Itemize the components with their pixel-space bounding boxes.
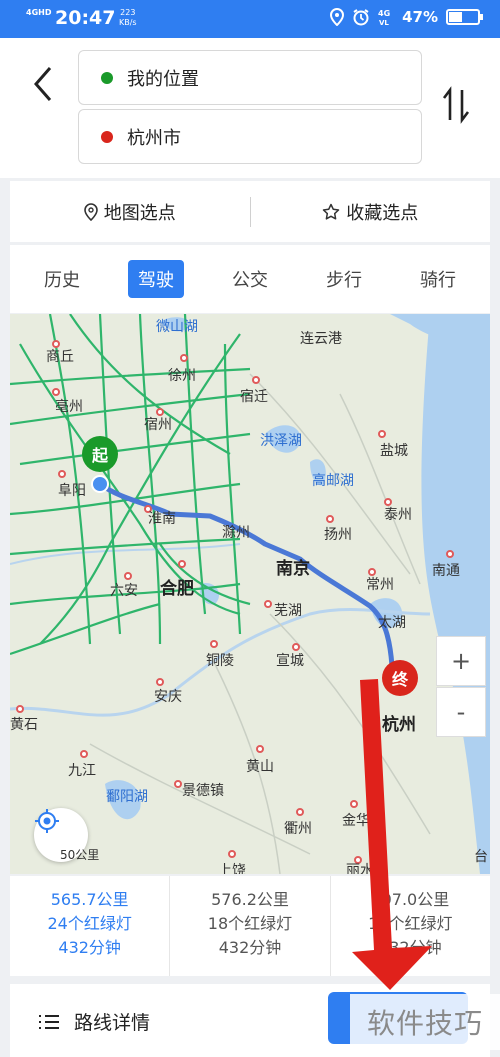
label-huangshi: 黄石: [10, 717, 38, 733]
pick-options: 地图选点 收藏选点: [10, 181, 490, 242]
label-chuzhou: 滁州: [222, 525, 250, 541]
zoom-in-button[interactable]: +: [436, 636, 486, 686]
label-bozhou: 亳州: [55, 399, 83, 415]
favorite-pick-button[interactable]: 收藏选点: [251, 199, 491, 225]
label-luan: 六安: [110, 583, 138, 599]
route-distance: 607.0公里: [371, 890, 450, 909]
label-lianyungang: 连云港: [300, 331, 342, 347]
signal-4g-icon: 4GVL: [378, 9, 390, 26]
favorite-pick-label: 收藏选点: [346, 202, 419, 224]
network-indicator: 4GHD: [26, 8, 52, 17]
origin-field[interactable]: 我的位置: [78, 50, 422, 105]
svg-text:VL: VL: [379, 19, 389, 26]
zoom-out-button[interactable]: -: [436, 687, 486, 737]
label-tongling: 铜陵: [206, 653, 234, 669]
label-gaoyou-lake: 高邮湖: [312, 473, 354, 489]
label-yangzhou: 扬州: [324, 527, 352, 543]
route-distance: 576.2公里: [211, 890, 289, 909]
label-quzhou: 衢州: [284, 821, 312, 837]
label-taihu: 太湖: [378, 615, 406, 631]
map-scale: 50公里: [60, 848, 100, 862]
route-option-2[interactable]: 576.2公里 18个红绿灯 432分钟: [170, 876, 331, 976]
tab-transit[interactable]: 公交: [222, 260, 278, 298]
label-suqian: 宿迁: [240, 389, 268, 405]
swap-icon[interactable]: [438, 80, 474, 130]
star-icon: [323, 203, 340, 220]
travel-mode-tabs: 历史 驾驶 公交 步行 骑行: [10, 245, 490, 313]
label-hefei: 合肥: [160, 579, 194, 599]
label-hangzhou: 杭州: [382, 715, 416, 735]
battery-fill: [449, 12, 463, 22]
label-xuancheng: 宣城: [276, 653, 304, 669]
route-time: 432分钟: [58, 938, 121, 957]
map-pick-button[interactable]: 地图选点: [10, 199, 250, 225]
label-nantong: 南通: [432, 563, 460, 579]
label-shangqiu: 商丘: [46, 349, 74, 365]
route-options: 565.7公里 24个红绿灯 432分钟 576.2公里 18个红绿灯 432分…: [10, 876, 490, 976]
label-poyang-lake: 鄱阳湖: [106, 789, 148, 805]
alarm-icon: [353, 9, 369, 26]
tab-driving[interactable]: 驾驶: [128, 260, 184, 298]
back-icon[interactable]: [28, 60, 62, 108]
label-nanjing: 南京: [276, 559, 310, 579]
label-taizhou-zj: 台: [474, 849, 488, 865]
label-anqing: 安庆: [154, 689, 182, 705]
route-time: 432分钟: [379, 938, 442, 957]
label-hongze-lake: 洪泽湖: [260, 433, 302, 449]
label-lishui: 丽水: [346, 863, 374, 874]
route-map[interactable]: 微山湖 连云港 商丘 徐州 宿迁 亳州 宿州 洪泽湖 盐城 高邮湖 阜阳 淮南 …: [10, 314, 490, 874]
watermark: 软件技巧: [350, 994, 500, 1050]
map-pick-label: 地图选点: [103, 202, 176, 224]
destination-text: 杭州市: [127, 127, 181, 149]
route-header: 我的位置 杭州市: [0, 38, 500, 178]
network-speed-value: 223: [120, 8, 136, 17]
route-lights: 24个红绿灯: [47, 914, 132, 933]
label-jinhua: 金华: [342, 813, 370, 829]
battery-percent: 47%: [402, 8, 438, 26]
label-wuhu: 芜湖: [274, 603, 302, 619]
list-icon: [39, 1014, 59, 1029]
tab-walking[interactable]: 步行: [316, 260, 372, 298]
label-suzhou-ah: 宿州: [144, 417, 172, 433]
route-details-label: 路线详情: [74, 1012, 151, 1034]
label-shangrao: 上饶: [218, 863, 246, 874]
origin-dot: [101, 71, 113, 84]
pin-icon: [83, 202, 98, 221]
label-changzhou: 常州: [366, 577, 394, 593]
label-huainan: 淮南: [148, 511, 176, 527]
start-marker[interactable]: 起: [82, 436, 118, 472]
status-right: 4G VL 47%: [330, 8, 483, 26]
tab-cycling[interactable]: 骑行: [410, 260, 466, 298]
route-distance: 565.7公里: [50, 890, 129, 909]
network-speed-unit: KB/s: [119, 18, 137, 27]
route-lights: 19个红绿灯: [368, 914, 453, 933]
destination-dot: [101, 130, 113, 143]
label-jingdezhen: 景德镇: [182, 783, 224, 799]
network-speed: 223 KB/s: [119, 8, 137, 28]
route-details-button[interactable]: 路线详情: [38, 1008, 150, 1035]
label-fuyang: 阜阳: [58, 483, 86, 499]
route-lights: 18个红绿灯: [207, 914, 293, 933]
origin-text: 我的位置: [127, 68, 199, 90]
destination-field[interactable]: 杭州市: [78, 109, 422, 164]
label-weishan-lake: 微山湖: [156, 319, 198, 335]
end-marker[interactable]: 终: [382, 660, 418, 696]
route-option-1[interactable]: 565.7公里 24个红绿灯 432分钟: [10, 876, 171, 976]
svg-text:4G: 4G: [378, 9, 390, 18]
label-yancheng: 盐城: [380, 443, 408, 459]
status-time: 20:47: [55, 7, 116, 29]
label-taizhou: 泰州: [384, 507, 412, 523]
status-bar: 4GHD 20:47 223 KB/s 4G VL 47%: [0, 0, 500, 38]
label-xuzhou: 徐州: [168, 368, 196, 384]
route-time: 432分钟: [218, 938, 282, 957]
label-huangshan: 黄山: [246, 759, 274, 775]
location-status-icon: [330, 8, 345, 26]
locate-icon: [35, 809, 59, 833]
route-option-3[interactable]: 607.0公里 19个红绿灯 432分钟: [331, 876, 490, 976]
tab-history[interactable]: 历史: [34, 260, 90, 298]
battery-icon: [446, 9, 483, 25]
label-jiujiang: 九江: [68, 763, 96, 779]
